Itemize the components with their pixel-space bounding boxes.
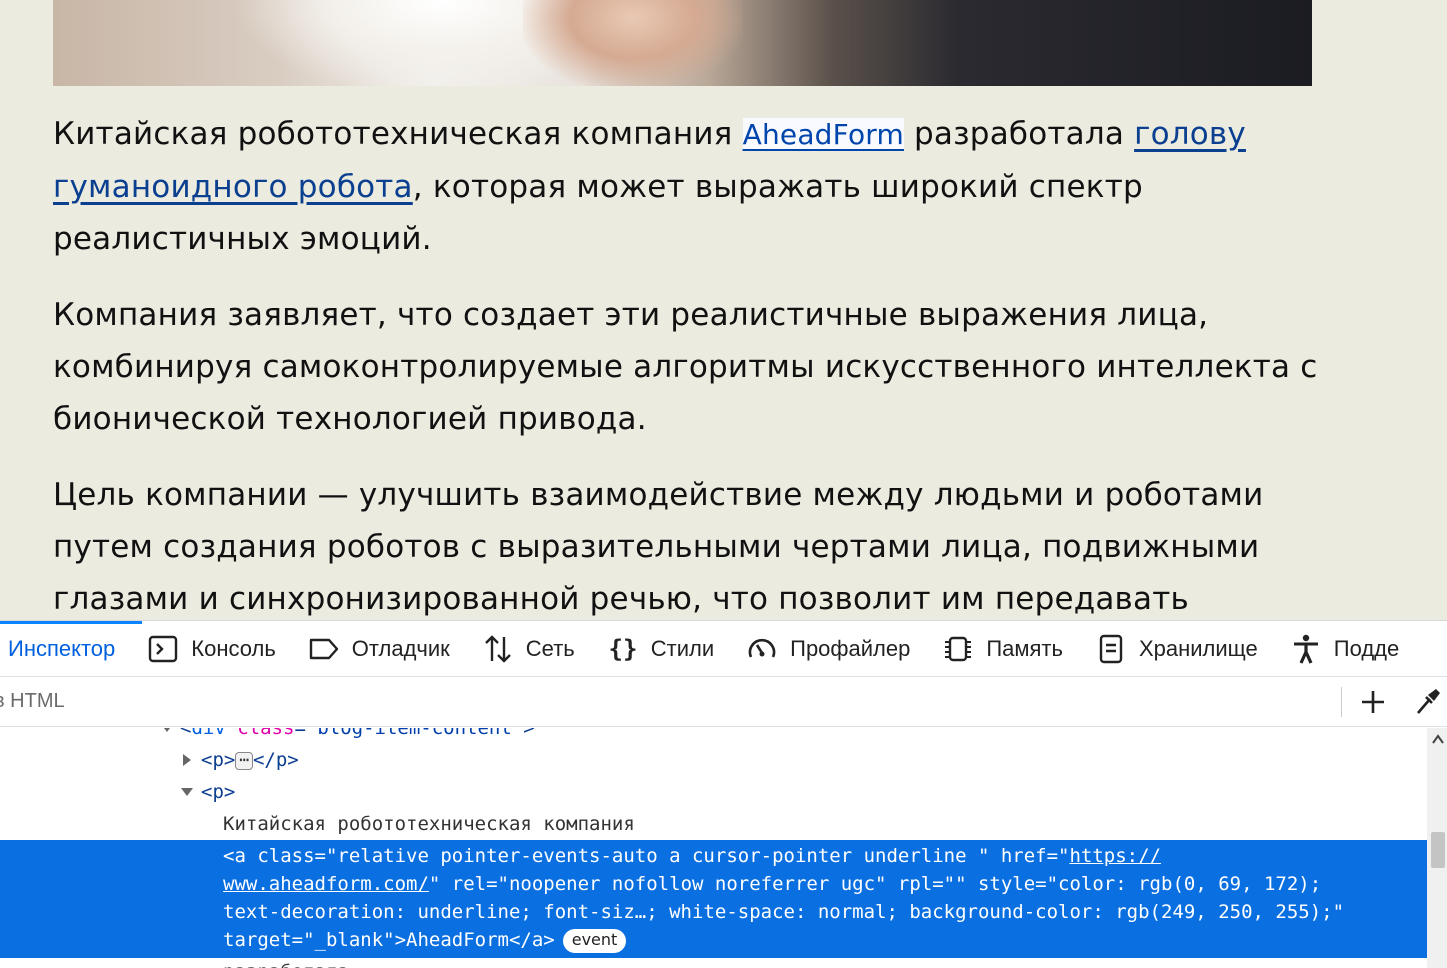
scroll-up-arrow-icon[interactable] bbox=[1431, 732, 1445, 746]
console-icon bbox=[147, 633, 179, 665]
tab-label: Профайлер bbox=[790, 635, 911, 661]
tab-debugger[interactable]: Отладчик bbox=[292, 621, 466, 676]
plus-icon bbox=[1362, 691, 1384, 713]
markup-node-p-collapsed[interactable]: <p> ⋯ </p> bbox=[180, 746, 299, 774]
web-page: Китайская робототехническая компания Ahe… bbox=[0, 0, 1447, 620]
article-paragraph-2: Компания заявляет, что создает эти реали… bbox=[53, 297, 1318, 437]
storage-icon bbox=[1095, 633, 1127, 665]
expand-ellipsis-button[interactable]: ⋯ bbox=[235, 751, 253, 770]
tab-label: Консоль bbox=[191, 635, 276, 661]
add-node-button[interactable] bbox=[1356, 685, 1390, 719]
tab-console[interactable]: Консоль bbox=[131, 621, 292, 676]
article-paragraph-3: Цель компании — улучшить взаимодействие … bbox=[53, 477, 1264, 617]
tab-storage[interactable]: Хранилище bbox=[1079, 621, 1274, 676]
markup-scrollbar[interactable] bbox=[1427, 728, 1447, 968]
devtools-tabbar: Инспектор Консоль Отладчик Сеть {} Стили… bbox=[0, 621, 1447, 677]
tab-label: Инспектор bbox=[8, 635, 116, 661]
tab-label: Отладчик bbox=[351, 635, 450, 661]
tab-label: Хранилище bbox=[1138, 635, 1258, 661]
tab-label: Сеть bbox=[525, 635, 575, 661]
eyedropper-button[interactable] bbox=[1410, 685, 1444, 719]
article-body: Китайская робототехническая компания Ahe… bbox=[53, 108, 1353, 620]
toolbar-divider bbox=[1341, 687, 1342, 717]
html-search-bar bbox=[0, 677, 1447, 727]
tab-label: Память bbox=[986, 635, 1063, 661]
profiler-icon bbox=[746, 633, 778, 665]
svg-text:{}: {} bbox=[608, 635, 637, 663]
accessibility-icon bbox=[1290, 633, 1322, 665]
memory-icon bbox=[942, 633, 974, 665]
expanded-twisty-icon[interactable] bbox=[180, 785, 194, 799]
markup-node-p-open[interactable]: <p> bbox=[180, 778, 235, 806]
article-hero-image bbox=[53, 0, 1312, 86]
tab-label: Подде bbox=[1333, 635, 1400, 661]
article-paragraph-1: Китайская робототехническая компания Ahe… bbox=[53, 116, 1246, 257]
href-link[interactable]: https:// bbox=[1069, 845, 1161, 867]
tab-memory[interactable]: Память bbox=[926, 621, 1079, 676]
markup-selected-node[interactable]: <a class="relative pointer-events-auto a… bbox=[0, 840, 1427, 958]
network-icon bbox=[482, 633, 514, 665]
href-link[interactable]: www.aheadform.com/ bbox=[223, 873, 429, 895]
tab-profiler[interactable]: Профайлер bbox=[730, 621, 926, 676]
collapsed-twisty-icon[interactable] bbox=[180, 753, 194, 767]
event-badge[interactable]: event bbox=[562, 928, 627, 953]
tab-style-editor[interactable]: {} Стили bbox=[591, 621, 730, 676]
tab-label: Стили bbox=[650, 635, 715, 661]
debugger-icon bbox=[308, 633, 340, 665]
eyedropper-icon bbox=[1417, 689, 1440, 714]
style-editor-icon: {} bbox=[607, 633, 639, 665]
markup-node-div[interactable]: <div class="blog-item-content"> bbox=[160, 728, 535, 742]
markup-text-node[interactable]: Китайская робототехническая компания bbox=[223, 810, 635, 838]
html-search-input[interactable] bbox=[0, 677, 1324, 726]
aheadform-link[interactable]: AheadForm bbox=[742, 118, 904, 151]
devtools-panel: Инспектор Консоль Отладчик Сеть {} Стили… bbox=[0, 620, 1447, 968]
tab-network[interactable]: Сеть bbox=[466, 621, 591, 676]
markup-text-node[interactable]: разработала bbox=[223, 958, 349, 968]
scrollbar-thumb[interactable] bbox=[1431, 832, 1445, 868]
tab-accessibility[interactable]: Подде bbox=[1274, 621, 1415, 676]
markup-view: <div class="blog-item-content"> <p> ⋯ </p>… bbox=[0, 728, 1427, 968]
expanded-twisty-icon[interactable] bbox=[160, 728, 174, 735]
tab-inspector[interactable]: Инспектор bbox=[0, 621, 131, 676]
